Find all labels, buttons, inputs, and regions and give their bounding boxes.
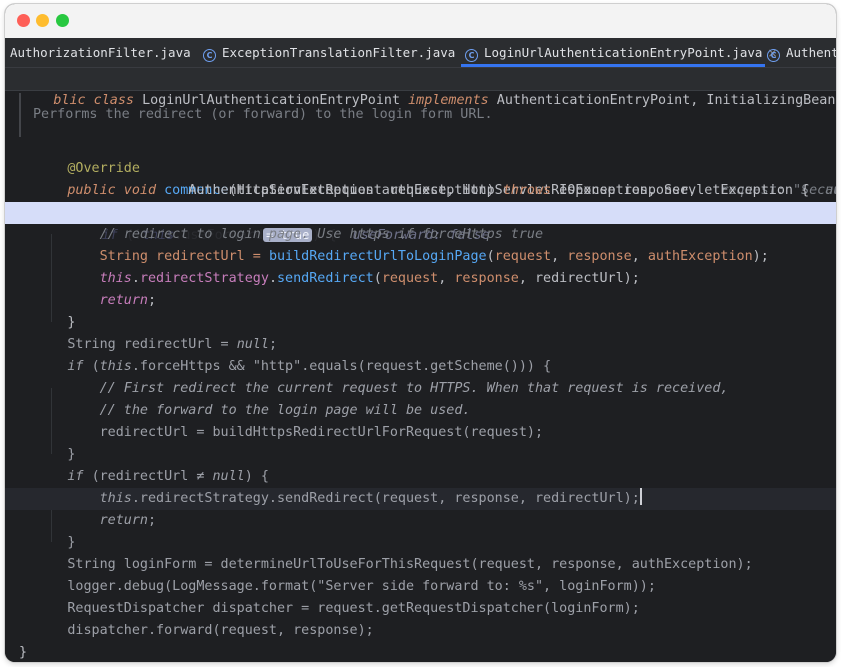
- tab-authentication[interactable]: C Authent: [767, 38, 836, 67]
- code-line: @Override: [67, 161, 140, 176]
- code-line: dispatcher.forward(request, response);: [67, 623, 374, 638]
- code-line: this.redirectStrategy.sendRedirect(reque…: [99, 271, 640, 286]
- code-line: }: [67, 315, 76, 330]
- sticky-class-header: blic class LoginUrlAuthenticationEntryPo…: [5, 68, 836, 108]
- close-window-button[interactable]: [17, 14, 30, 27]
- class-icon: C: [203, 49, 216, 62]
- code-line: }: [67, 535, 76, 550]
- code-line: }: [67, 447, 76, 462]
- ide-window: AuthorizationFilter.java C ExceptionTrans…: [5, 4, 836, 662]
- tab-exception-translation-filter[interactable]: C ExceptionTranslationFilter.java: [203, 38, 455, 67]
- execution-point-line: if (!this.useForward = true) { useForward…: [5, 202, 836, 243]
- code-line: String redirectUrl = null;: [67, 337, 277, 352]
- code-line: RequestDispatcher dispatcher = request.g…: [67, 601, 640, 616]
- code-line: if (this.forceHttps && "http".equals(req…: [67, 359, 552, 374]
- code-line: logger.debug(LogMessage.format("Server s…: [67, 579, 656, 594]
- tab-label: Authent: [786, 45, 836, 60]
- code-line: redirectUrl = buildHttpsRedirectUrlForRe…: [99, 425, 544, 440]
- code-line: return;: [99, 293, 157, 308]
- title-bar: [5, 4, 836, 38]
- tab-authorization-filter[interactable]: AuthorizationFilter.java: [10, 38, 191, 67]
- class-icon: C: [767, 49, 780, 62]
- code-line: String loginForm = determineUrlToUseForT…: [67, 557, 753, 572]
- doc-comment-text: Performs the redirect (or forward) to th…: [33, 107, 493, 122]
- code-line: public void commence(HttpServletRequest …: [19, 158, 836, 198]
- code-line: // redirect to login page. Use https if …: [99, 227, 544, 242]
- editor-tab-bar: AuthorizationFilter.java C ExceptionTrans…: [5, 38, 836, 68]
- code-line: // the forward to the login page will be…: [99, 403, 471, 418]
- code-editor[interactable]: blic class LoginUrlAuthenticationEntryPo…: [5, 68, 836, 662]
- tab-label: AuthorizationFilter.java: [10, 45, 191, 60]
- code-line: String redirectUrl = buildRedirectUrlToL…: [99, 249, 769, 264]
- code-line: // First redirect the current request to…: [99, 381, 729, 396]
- code-line: if (redirectUrl ≠ null) {: [67, 469, 269, 484]
- caret-line: this.redirectStrategy.sendRedirect(reque…: [5, 488, 836, 510]
- code-line: }: [19, 645, 28, 660]
- text-caret: [639, 488, 642, 505]
- zoom-window-button[interactable]: [56, 14, 69, 27]
- code-line: AuthenticationException authException) t…: [19, 180, 836, 202]
- inline-value-hint: auth: [825, 183, 836, 198]
- class-icon: C: [465, 49, 478, 62]
- minimize-window-button[interactable]: [36, 14, 49, 27]
- tab-label: ExceptionTranslationFilter.java: [222, 45, 456, 60]
- tab-login-url-authentication-entry-point[interactable]: C LoginUrlAuthenticationEntryPoint.java ×: [461, 38, 778, 67]
- tab-label: LoginUrlAuthenticationEntryPoint.java: [484, 45, 763, 60]
- code-line: return;: [99, 513, 157, 528]
